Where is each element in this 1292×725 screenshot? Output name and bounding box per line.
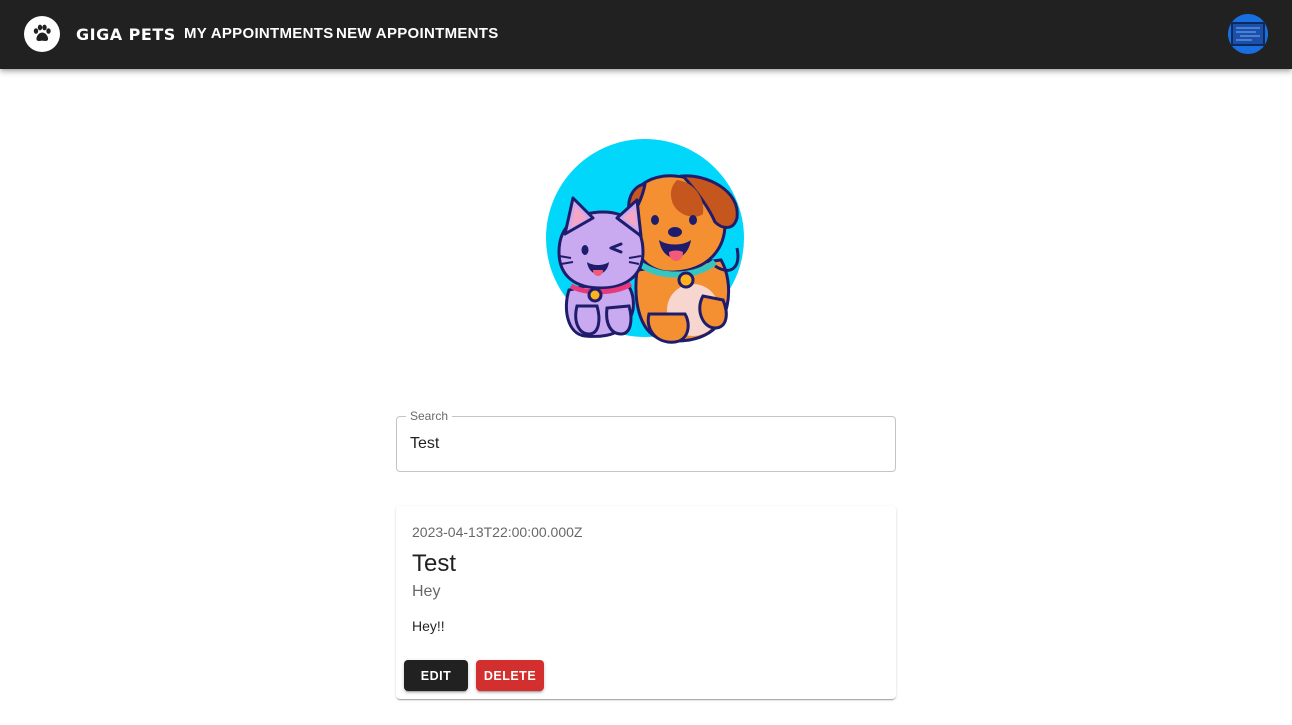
logo[interactable] <box>24 16 60 52</box>
appointment-title: Test <box>412 550 457 577</box>
app-bar: GIGA PETS MY APPOINTMENTS NEW APPOINTMEN… <box>0 0 1292 69</box>
appointment-card: 2023-04-13T22:00:00.000Z Test Hey Hey!! … <box>396 506 896 699</box>
delete-button[interactable]: DELETE <box>476 660 544 691</box>
cat-and-dog-illustration <box>546 139 744 344</box>
paw-icon <box>33 24 51 41</box>
appointment-date: 2023-04-13T22:00:00.000Z <box>412 524 583 540</box>
hero-illustration <box>545 138 747 348</box>
search-input[interactable] <box>410 432 880 456</box>
search-label: Search <box>406 409 453 423</box>
appointment-subtitle: Hey <box>412 583 441 600</box>
user-avatar[interactable] <box>1228 14 1268 54</box>
appointment-description: Hey!! <box>412 618 445 634</box>
brand-name[interactable]: GIGA PETS <box>76 24 176 46</box>
nav-my-appointments[interactable]: MY APPOINTMENTS <box>184 24 334 44</box>
edit-button[interactable]: EDIT <box>404 660 468 691</box>
nav-new-appointments[interactable]: NEW APPOINTMENTS <box>336 24 499 44</box>
user-avatar-icon <box>1228 14 1268 54</box>
search-field: Search <box>396 409 896 472</box>
